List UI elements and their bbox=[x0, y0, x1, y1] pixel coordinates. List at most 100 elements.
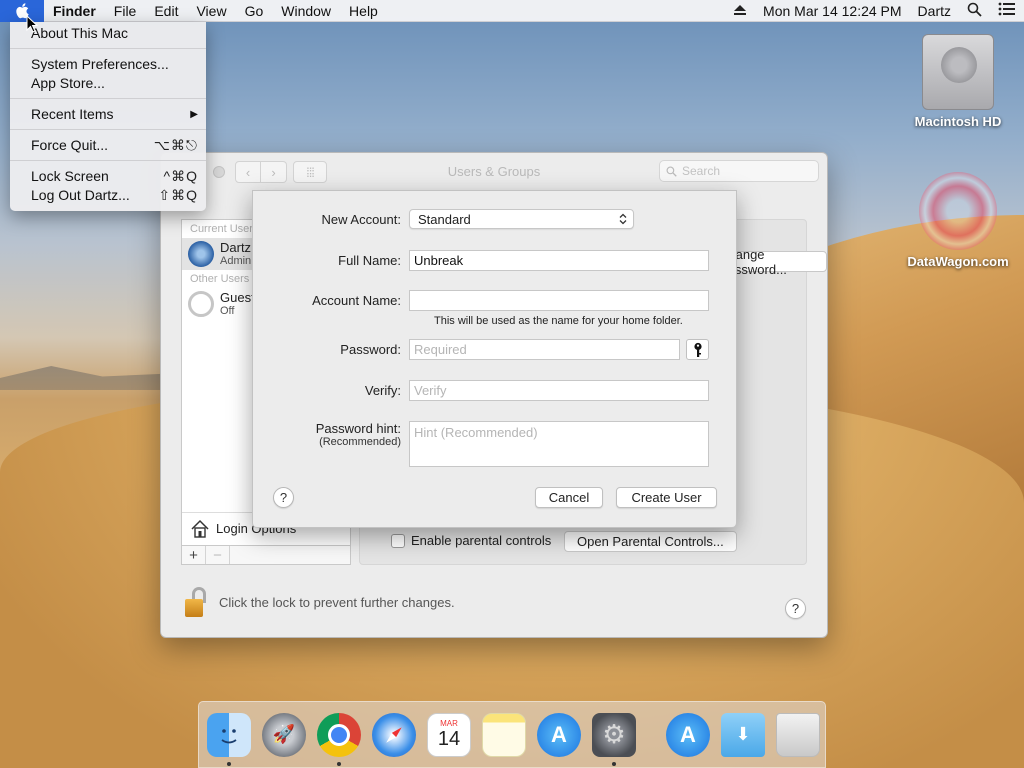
mouse-cursor-icon bbox=[26, 15, 38, 33]
desktop-icon-macintosh-hd[interactable]: Macintosh HD bbox=[903, 34, 1013, 129]
notification-center-icon[interactable] bbox=[990, 2, 1024, 19]
menu-item-label: App Store... bbox=[31, 75, 105, 91]
verify-input[interactable]: Verify bbox=[409, 380, 709, 401]
apple-dropdown-menu: About This Mac System Preferences... App… bbox=[10, 22, 206, 211]
show-all-button[interactable]: ⁞⁞⁞ bbox=[293, 161, 327, 183]
up-down-chevron-icon bbox=[619, 213, 627, 225]
dock-trash-icon[interactable] bbox=[776, 712, 820, 757]
sheet-help-button[interactable]: ? bbox=[273, 487, 294, 508]
download-arrow-icon: ⬇ bbox=[735, 724, 751, 744]
menu-item-label: Force Quit... bbox=[31, 137, 109, 153]
new-account-label: New Account: bbox=[321, 211, 402, 227]
eject-icon[interactable] bbox=[725, 3, 755, 19]
menu-separator bbox=[10, 129, 206, 130]
menu-item-log-out[interactable]: Log Out Dartz... ⇧⌘Q bbox=[10, 186, 206, 205]
menu-window[interactable]: Window bbox=[272, 3, 340, 19]
new-account-sheet: New Account: Standard Full Name: Unbreak… bbox=[252, 190, 737, 528]
menu-item-system-preferences[interactable]: System Preferences... bbox=[10, 55, 206, 74]
parental-controls-row: Enable parental controls bbox=[391, 533, 551, 548]
menu-item-label: About This Mac bbox=[31, 25, 129, 41]
menu-item-recent-items[interactable]: Recent Items ▶ bbox=[10, 105, 206, 124]
account-name-note: This will be used as the name for your h… bbox=[434, 315, 683, 327]
parental-controls-checkbox[interactable] bbox=[391, 533, 405, 548]
app-store-a-icon: A bbox=[551, 721, 567, 747]
menu-item-force-quit[interactable]: Force Quit... ⌥⌘⎋ bbox=[10, 136, 206, 155]
avatar bbox=[188, 241, 214, 267]
search-input[interactable]: Search bbox=[659, 160, 819, 182]
app-store-a-icon: A bbox=[680, 721, 696, 747]
menu-item-about[interactable]: About This Mac bbox=[10, 24, 206, 43]
desktop-icon-datawagon[interactable]: DataWagon.com bbox=[903, 172, 1013, 269]
menu-item-label: Recent Items bbox=[31, 106, 114, 122]
hard-drive-icon bbox=[922, 34, 994, 110]
password-hint-label: Password hint: (Recommended) bbox=[253, 421, 409, 448]
submenu-arrow-icon: ▶ bbox=[190, 109, 198, 120]
dock: 🚀 MAR 14 A ⚙ A ⬇ bbox=[198, 701, 826, 768]
menu-finder[interactable]: Finder bbox=[44, 3, 105, 19]
window-titlebar: ‹ › ⁞⁞⁞ Users & Groups Search bbox=[161, 153, 827, 191]
menubar-user[interactable]: Dartz bbox=[910, 3, 959, 19]
menu-go[interactable]: Go bbox=[236, 3, 273, 19]
help-button[interactable]: ? bbox=[785, 598, 806, 619]
dock-applications-folder-icon[interactable]: A bbox=[666, 712, 710, 757]
remove-user-button[interactable]: − bbox=[206, 546, 230, 564]
dock-notes-icon[interactable] bbox=[482, 712, 526, 757]
menu-item-label: System Preferences... bbox=[31, 56, 169, 72]
account-type-select[interactable]: Standard bbox=[409, 209, 634, 229]
menubar-clock[interactable]: Mon Mar 14 12:24 PM bbox=[755, 3, 910, 19]
password-hint-title: Password hint: bbox=[315, 421, 401, 436]
password-hint-row: Password hint: (Recommended) Hint (Recom… bbox=[253, 421, 738, 467]
finder-face-icon bbox=[221, 728, 237, 743]
question-mark-icon: ? bbox=[791, 601, 800, 616]
gear-icon: ⚙ bbox=[602, 719, 626, 749]
menu-item-shortcut: ⇧⌘Q bbox=[158, 187, 198, 203]
full-name-input[interactable]: Unbreak bbox=[409, 250, 709, 271]
menu-file[interactable]: File bbox=[105, 3, 146, 19]
add-user-button[interactable]: + bbox=[182, 546, 206, 564]
add-remove-bar: + − bbox=[181, 545, 351, 565]
menu-view[interactable]: View bbox=[187, 3, 235, 19]
menu-item-app-store[interactable]: App Store... bbox=[10, 74, 206, 93]
back-button[interactable]: ‹ bbox=[235, 161, 261, 183]
forward-button[interactable]: › bbox=[261, 161, 287, 183]
unlocked-padlock-icon[interactable] bbox=[183, 585, 209, 619]
spotlight-search-icon[interactable] bbox=[959, 2, 990, 20]
compass-icon bbox=[386, 726, 402, 743]
menu-item-shortcut: ^⌘Q bbox=[163, 168, 198, 184]
dock-system-preferences-icon[interactable]: ⚙ bbox=[592, 712, 636, 766]
rocket-icon: 🚀 bbox=[272, 724, 296, 744]
grid-icon: ⁞⁞⁞ bbox=[306, 164, 315, 180]
house-icon bbox=[191, 519, 209, 538]
full-name-row: Full Name: Unbreak bbox=[253, 250, 738, 271]
create-user-button[interactable]: Create User bbox=[616, 487, 717, 508]
menu-separator bbox=[10, 160, 206, 161]
menu-separator bbox=[10, 48, 206, 49]
guest-avatar bbox=[188, 291, 214, 317]
search-placeholder: Search bbox=[682, 164, 721, 178]
open-parental-controls-button[interactable]: Open Parental Controls... bbox=[564, 531, 737, 552]
dock-safari-icon[interactable] bbox=[372, 712, 416, 757]
password-input[interactable]: Required bbox=[409, 339, 680, 360]
dock-downloads-folder-icon[interactable]: ⬇ bbox=[721, 712, 765, 757]
password-label: Password: bbox=[340, 342, 401, 357]
password-assistant-button[interactable] bbox=[686, 339, 709, 360]
dock-app-store-icon[interactable]: A bbox=[537, 712, 581, 757]
menu-item-label: Log Out Dartz... bbox=[31, 187, 130, 203]
running-indicator bbox=[227, 761, 231, 766]
new-account-row: New Account: Standard bbox=[253, 209, 738, 229]
close-window-icon[interactable] bbox=[213, 166, 225, 178]
menu-edit[interactable]: Edit bbox=[145, 3, 187, 19]
key-icon bbox=[693, 342, 702, 357]
password-hint-sub: (Recommended) bbox=[319, 436, 401, 448]
dock-calendar-icon[interactable]: MAR 14 bbox=[427, 712, 471, 757]
menu-item-lock-screen[interactable]: Lock Screen ^⌘Q bbox=[10, 167, 206, 186]
dock-finder-icon[interactable] bbox=[207, 712, 251, 766]
password-hint-input[interactable]: Hint (Recommended) bbox=[409, 421, 709, 467]
lock-message: Click the lock to prevent further change… bbox=[219, 594, 455, 610]
dock-launchpad-icon[interactable]: 🚀 bbox=[262, 712, 306, 757]
dock-chrome-icon[interactable] bbox=[317, 712, 361, 766]
menu-help[interactable]: Help bbox=[340, 3, 387, 19]
account-name-input[interactable] bbox=[409, 290, 709, 311]
lock-row: Click the lock to prevent further change… bbox=[183, 585, 455, 619]
cancel-button[interactable]: Cancel bbox=[535, 487, 603, 508]
